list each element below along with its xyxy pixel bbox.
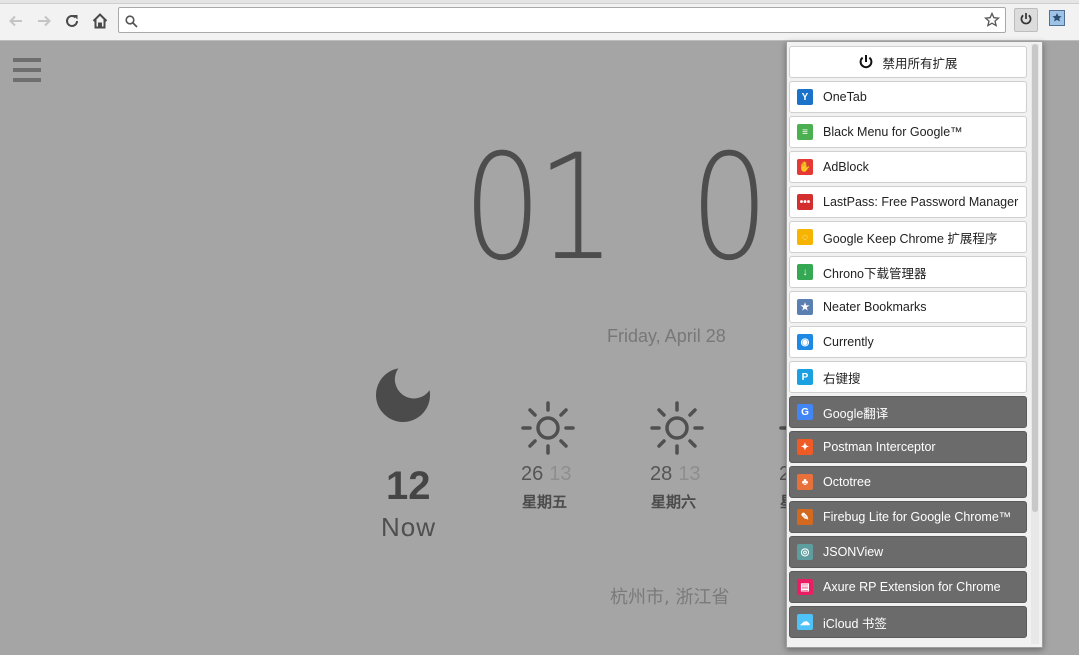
extension-label: iCloud 书签 [823, 616, 887, 631]
forecast-high: 26 [521, 463, 544, 485]
extension-label: OneTab [823, 90, 867, 104]
extension-item[interactable]: ◉ Currently [789, 326, 1027, 358]
extension-manager-button[interactable] [1014, 8, 1038, 32]
extension-label: Chrono下载管理器 [823, 266, 927, 281]
extension-item[interactable]: ✎ Firebug Lite for Google Chrome™ [789, 501, 1027, 533]
extension-label: Octotree [823, 475, 871, 489]
currently-icon: ◉ [797, 334, 813, 350]
google-translate-icon: G [797, 404, 813, 420]
extension-label: Currently [823, 335, 874, 349]
neater-bookmarks-icon [1049, 10, 1065, 30]
back-icon[interactable] [5, 10, 27, 32]
extension-item[interactable]: ☁ iCloud 书签 [789, 606, 1027, 638]
forecast-day-name: 星期五 [522, 493, 568, 511]
keep-icon: ◌ [797, 229, 813, 245]
sun-icon [650, 401, 704, 455]
forecast-low: 13 [678, 463, 701, 485]
axure-icon: ▤ [797, 579, 813, 595]
octotree-icon: ♣ [797, 474, 813, 490]
youjiansou-icon: P [797, 369, 813, 385]
extension-label: Google翻译 [823, 406, 889, 421]
onetab-icon: Y [797, 89, 813, 105]
omnibox-input[interactable] [145, 11, 969, 31]
forecast-high: 28 [650, 463, 673, 485]
tab-strip [0, 0, 1079, 4]
extension-item[interactable]: ≡ Black Menu for Google™ [789, 116, 1027, 148]
black-menu-icon: ≡ [797, 124, 813, 140]
browser-toolbar [0, 0, 1079, 41]
extension-item[interactable]: Y OneTab [789, 81, 1027, 113]
forecast-low: 13 [549, 463, 572, 485]
menu-icon[interactable] [13, 58, 41, 84]
power-icon [1019, 11, 1033, 30]
scrollbar-thumb[interactable] [1032, 44, 1038, 512]
extension-item[interactable]: P 右键搜 [789, 361, 1027, 393]
forward-icon[interactable] [33, 10, 55, 32]
reload-icon[interactable] [61, 10, 83, 32]
icloud-icon: ☁ [797, 614, 813, 630]
date-label: Friday, April 28 [607, 326, 726, 346]
search-icon [125, 13, 138, 32]
extension-item[interactable]: ▤ Axure RP Extension for Chrome [789, 571, 1027, 603]
power-icon [858, 54, 874, 70]
extension-item[interactable]: G Google翻译 [789, 396, 1027, 428]
extension-label: Firebug Lite for Google Chrome™ [823, 510, 1012, 524]
location-label: 杭州市, 浙江省 [610, 587, 730, 608]
current-label: Now [381, 512, 437, 542]
forecast-day-name: 星期六 [651, 493, 697, 511]
popup-scrollbar[interactable] [1031, 44, 1039, 644]
jsonview-icon: ◎ [797, 544, 813, 560]
disable-all-button[interactable]: 禁用所有扩展 [789, 46, 1027, 78]
extension-item[interactable]: ••• LastPass: Free Password Manager [789, 186, 1027, 218]
chrono-icon: ↓ [797, 264, 813, 280]
disable-all-label: 禁用所有扩展 [882, 56, 958, 71]
omnibox[interactable] [118, 7, 1006, 33]
extension-item[interactable]: ✦ Postman Interceptor [789, 431, 1027, 463]
lastpass-icon: ••• [797, 194, 813, 210]
extension-label: Postman Interceptor [823, 440, 936, 454]
extension-item[interactable]: ◌ Google Keep Chrome 扩展程序 [789, 221, 1027, 253]
clock-minutes: 0 [690, 123, 769, 293]
neater-bookmarks-button[interactable] [1048, 10, 1066, 30]
extension-label: JSONView [823, 545, 884, 559]
extension-label: AdBlock [823, 160, 869, 174]
extensions-popup: 禁用所有扩展 Y OneTab ≡ Black Menu for Google™ ✋ Ad… [786, 41, 1043, 648]
moon-icon [373, 365, 433, 429]
extension-item[interactable]: ★ Neater Bookmarks [789, 291, 1027, 323]
sun-icon [521, 401, 575, 455]
extension-label: 右键搜 [823, 371, 861, 386]
neater-icon: ★ [797, 299, 813, 315]
clock-hours: 01 [463, 123, 616, 293]
extension-label: Black Menu for Google™ [823, 125, 963, 139]
extension-item[interactable]: ↓ Chrono下载管理器 [789, 256, 1027, 288]
home-icon[interactable] [89, 10, 111, 32]
firebug-icon: ✎ [797, 509, 813, 525]
star-icon[interactable] [983, 11, 1001, 32]
adblock-icon: ✋ [797, 159, 813, 175]
postman-icon: ✦ [797, 439, 813, 455]
extension-item[interactable]: ◎ JSONView [789, 536, 1027, 568]
extension-item[interactable]: ✋ AdBlock [789, 151, 1027, 183]
extension-label: Axure RP Extension for Chrome [823, 580, 1001, 594]
extension-item[interactable]: ♣ Octotree [789, 466, 1027, 498]
extension-label: LastPass: Free Password Manager [823, 195, 1019, 209]
extension-label: Neater Bookmarks [823, 300, 927, 314]
extension-label: Google Keep Chrome 扩展程序 [823, 231, 998, 246]
current-temperature: 12 [386, 464, 431, 508]
